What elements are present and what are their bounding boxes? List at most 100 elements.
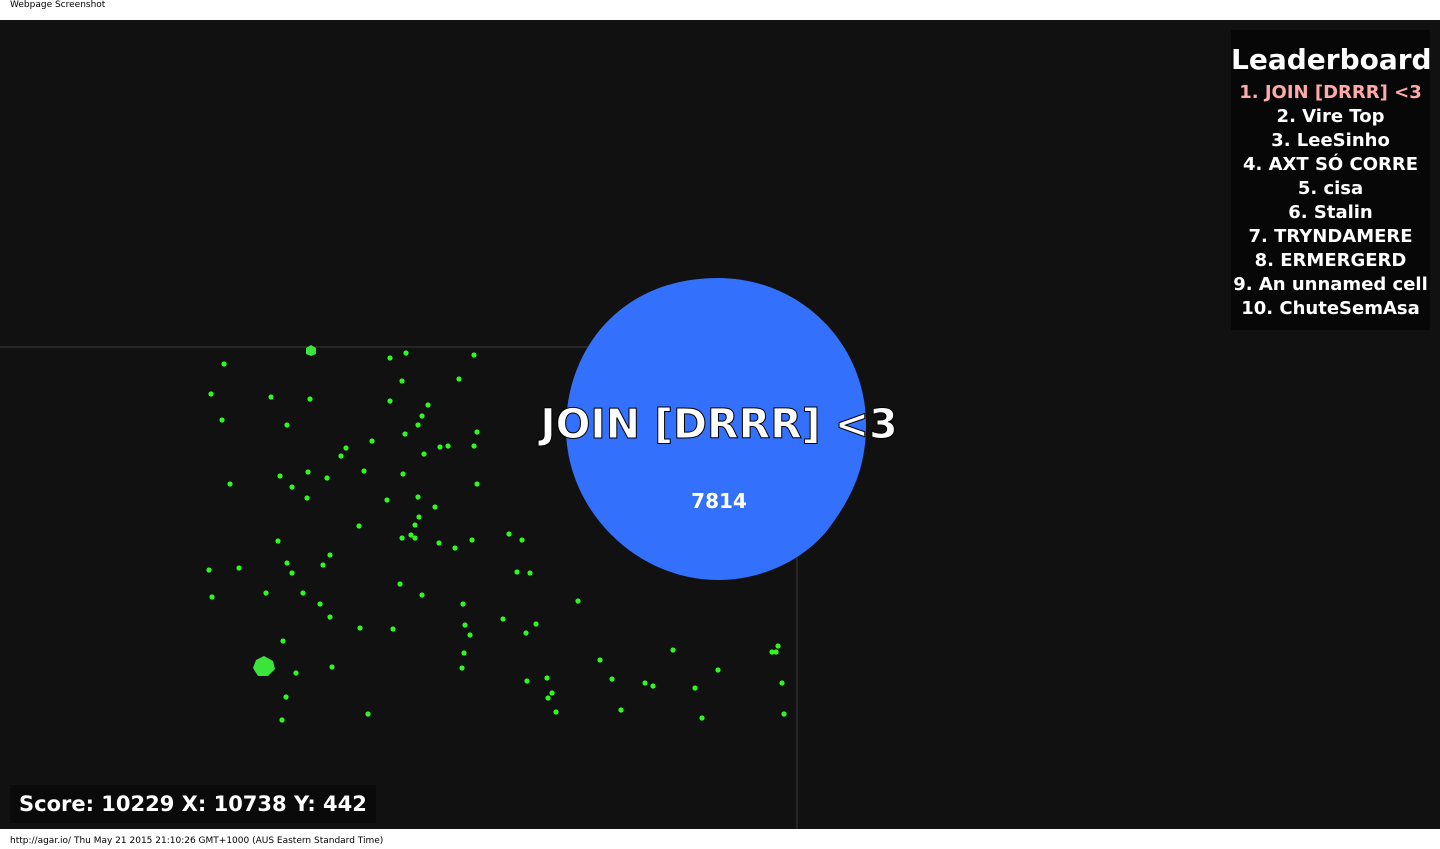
food-pellet (356, 523, 362, 529)
food-pellet (329, 664, 335, 670)
leaderboard-entry: 1. JOIN [DRRR] <3 (1239, 82, 1422, 103)
leaderboard-entry: 8. ERMERGERD (1254, 250, 1407, 271)
food-pellet (779, 680, 785, 686)
food-pellet (425, 402, 431, 408)
food-pellet (650, 683, 656, 689)
food-pellet (545, 695, 551, 701)
food-pellet (514, 569, 520, 575)
food-pellet (642, 680, 648, 686)
food-pellet (474, 481, 480, 487)
window-title: Webpage Screenshot (10, 0, 106, 10)
food-pellet (609, 676, 615, 682)
food-pellet (773, 649, 779, 655)
food-pellet (670, 647, 676, 653)
food-pellet (300, 590, 306, 596)
food-pellet (307, 396, 313, 402)
leaderboard-entry: 7. TRYNDAMERE (1248, 226, 1413, 247)
food-pellet (618, 707, 624, 713)
food-pellet (544, 675, 550, 681)
food-pellet (436, 540, 442, 546)
food-pellet (275, 538, 281, 544)
leaderboard-panel: Leaderboard 1. JOIN [DRRR] <3 2. Vire To… (1231, 30, 1432, 330)
food-pellet (400, 471, 406, 477)
food-pellet (549, 690, 555, 696)
food-pellet (459, 665, 465, 671)
food-pellet (320, 562, 326, 568)
food-pellet (357, 625, 363, 631)
food-pellet (327, 552, 333, 558)
player-cell[interactable]: JOIN [DRRR] <3 7814 (537, 278, 898, 580)
food-pellet (524, 678, 530, 684)
food-pellet (523, 630, 529, 636)
food-pellet (365, 711, 371, 717)
food-pellet (699, 715, 705, 721)
food-pellet (781, 711, 787, 717)
footer-url-timestamp: http://agar.io/ Thu May 21 2015 21:10:26… (10, 836, 384, 846)
food-pellet (324, 475, 330, 481)
food-pellet (506, 531, 512, 537)
food-pellet (283, 694, 289, 700)
food-pellet (462, 622, 468, 628)
leaderboard-entry: 4. AXT SÓ CORRE (1242, 154, 1419, 175)
leaderboard-entry: 3. LeeSinho (1271, 130, 1390, 151)
food-pellet (474, 429, 480, 435)
food-pellet (277, 473, 283, 479)
food-pellet (206, 567, 212, 573)
player-cell-name: JOIN [DRRR] <3 (537, 400, 897, 448)
food-pellet (715, 667, 721, 673)
food-pellet (467, 632, 473, 638)
leaderboard-entry: 5. cisa (1297, 178, 1364, 199)
food-pellet (263, 590, 269, 596)
window-footer: http://agar.io/ Thu May 21 2015 21:10:26… (0, 829, 1440, 849)
food-pellet (390, 626, 396, 632)
food-pellet (304, 495, 310, 501)
food-pellet (289, 570, 295, 576)
food-pellet (460, 601, 466, 607)
food-pellet (692, 685, 698, 691)
leaderboard-entry: 6. Stalin (1288, 202, 1373, 223)
food-pellet (421, 451, 427, 457)
food-pellet (415, 494, 421, 500)
food-pellet (500, 616, 506, 622)
food-pellet (419, 592, 425, 598)
food-pellet (419, 413, 425, 419)
food-pellet (268, 394, 274, 400)
food-pellet (415, 422, 421, 428)
leaderboard-entry: 10. ChuteSemAsa (1241, 298, 1420, 319)
player-cell-mass: 7814 (691, 489, 747, 513)
food-pellet (387, 398, 393, 404)
food-pellet (343, 445, 349, 451)
food-pellet (361, 468, 367, 474)
food-pellet (227, 481, 233, 487)
food-pellet (284, 560, 290, 566)
food-pellet (456, 376, 462, 382)
food-pellet (775, 643, 781, 649)
food-pellet (293, 670, 299, 676)
food-pellet (533, 621, 539, 627)
game-field[interactable]: JOIN [DRRR] <3 7814 (0, 20, 1440, 829)
food-pellet (597, 657, 603, 663)
food-pellet (208, 391, 214, 397)
food-pellet (305, 469, 311, 475)
food-pellet (575, 598, 581, 604)
score-display: Score: 10229 X: 10738 Y: 442 (10, 785, 376, 823)
food-pellet (219, 417, 225, 423)
food-pellet (469, 537, 475, 543)
food-pellet (416, 514, 422, 520)
food-pellet (338, 453, 344, 459)
food-pellet (387, 355, 393, 361)
food-pellet (412, 522, 418, 528)
food-pellet (209, 594, 215, 600)
game-canvas[interactable]: JOIN [DRRR] <3 7814 Leaderboard 1. JOIN … (0, 20, 1440, 829)
leaderboard-entry: 9. An unnamed cell (1233, 274, 1428, 295)
food-pellet (369, 438, 375, 444)
food-pellet (437, 444, 443, 450)
food-pellet (384, 497, 390, 503)
food-pellet (402, 431, 408, 437)
leaderboard-entry: 2. Vire Top (1276, 106, 1385, 127)
small-cell-bottom (253, 656, 275, 676)
food-pellet (221, 361, 227, 367)
food-pellet (284, 422, 290, 428)
leaderboard-title: Leaderboard (1231, 43, 1432, 76)
food-pellet (236, 565, 242, 571)
